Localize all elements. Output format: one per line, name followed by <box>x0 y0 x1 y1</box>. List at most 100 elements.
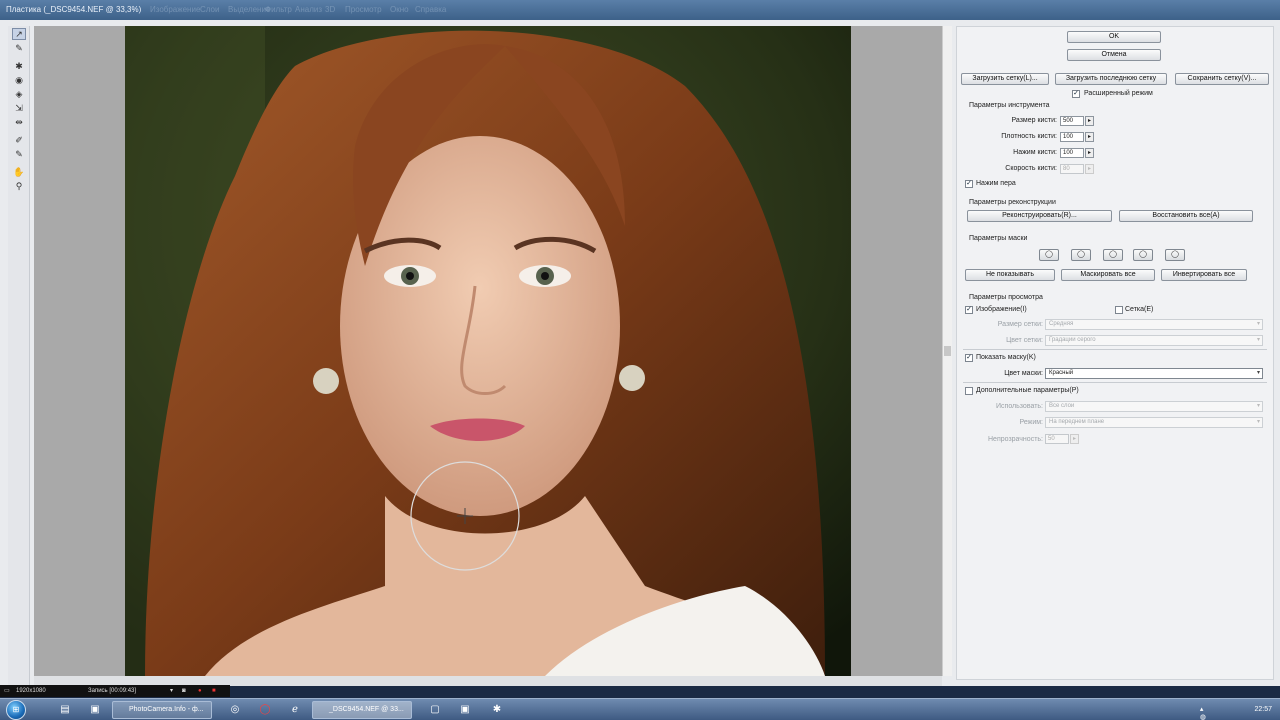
brush-size-input[interactable]: 500 <box>1060 116 1084 126</box>
task-label: PhotoCamera.Info - ф... <box>129 706 204 713</box>
brush-pressure-stepper[interactable]: ▸ <box>1085 148 1094 158</box>
recorder-dropdown-icon[interactable]: ▾ <box>170 685 173 697</box>
intersect-with-selection-icon[interactable]: ◯ <box>1133 249 1153 261</box>
recorder-resolution: 1920x1080 <box>16 688 46 694</box>
advanced-mode-label: Расширенный режим <box>1084 90 1153 97</box>
mask-options-heading: Параметры маски <box>969 235 1028 242</box>
mirror-tool-icon[interactable]: ⇹ <box>12 116 26 128</box>
opacity-stepper[interactable]: ▸ <box>1070 434 1079 444</box>
cancel-button[interactable]: Отмена <box>1067 49 1161 61</box>
invert-selection-icon[interactable]: ◯ <box>1165 249 1185 261</box>
bloat-tool-icon[interactable]: ◈ <box>12 88 26 100</box>
taskbar-task-photoshop[interactable]: _DSC9454.NEF @ 33... <box>312 701 412 719</box>
use-select[interactable]: Все слои ▾ <box>1045 401 1263 412</box>
add-to-selection-icon[interactable]: ◯ <box>1071 249 1091 261</box>
show-mesh-checkbox[interactable] <box>1115 306 1123 314</box>
show-image-checkbox[interactable]: ✓ <box>965 306 973 314</box>
preview-canvas[interactable] <box>34 26 942 676</box>
load-last-mesh-button[interactable]: Загрузить последнюю сетку <box>1055 73 1167 85</box>
ok-button[interactable]: OK <box>1067 31 1161 43</box>
mode-label: Режим: <box>1019 419 1043 426</box>
ghost-menu-item: Анализ <box>295 5 323 14</box>
show-backdrop-checkbox[interactable] <box>965 387 973 395</box>
mode-value: На переднем плане <box>1049 419 1105 425</box>
brush-rate-input[interactable]: 80 <box>1060 164 1084 174</box>
chevron-down-icon: ▾ <box>1256 321 1260 327</box>
stylus-pressure-checkbox[interactable]: ✓ <box>965 180 973 188</box>
reconstruct-options-heading: Параметры реконструкции <box>969 199 1056 206</box>
opacity-label: Непрозрачность: <box>988 436 1043 443</box>
forward-warp-tool-icon[interactable]: ↗ <box>12 28 26 40</box>
brush-density-label: Плотность кисти: <box>1001 133 1057 140</box>
chevron-down-icon: ▾ <box>1256 419 1260 425</box>
brush-rate-stepper[interactable]: ▸ <box>1085 164 1094 174</box>
mask-color-select[interactable]: Красный ▾ <box>1045 368 1263 379</box>
start-button[interactable]: ⊞ <box>6 700 26 720</box>
zoom-tool-icon[interactable]: ⚲ <box>12 180 26 192</box>
recorder-record-icon[interactable]: ● <box>198 685 202 697</box>
recorder-stop-icon[interactable]: ■ <box>212 685 216 697</box>
save-mesh-button[interactable]: Сохранить сетку(V)... <box>1175 73 1269 85</box>
push-left-tool-icon[interactable]: ⇲ <box>12 102 26 114</box>
ghost-menu-item: Просмотр <box>345 5 382 14</box>
brush-density-stepper[interactable]: ▸ <box>1085 132 1094 142</box>
mode-select[interactable]: На переднем плане ▾ <box>1045 417 1263 428</box>
show-backdrop-label: Дополнительные параметры(P) <box>976 387 1079 394</box>
twirl-clockwise-tool-icon[interactable]: ✱ <box>12 60 26 72</box>
clock[interactable]: 22:57 <box>1254 706 1272 713</box>
taskbar: ⊞ ▤ ▣ PhotoCamera.Info - ф... ◎ ◯ ℯ _DSC… <box>0 698 1280 720</box>
section-divider <box>963 349 1267 350</box>
subtract-from-selection-icon[interactable]: ◯ <box>1103 249 1123 261</box>
screen-recorder-bar: ▭ 1920x1080 Запись [00:09:43] ▾ ◙ ● ■ <box>0 685 230 697</box>
mesh-color-label: Цвет сетки: <box>1006 337 1043 344</box>
pucker-tool-icon[interactable]: ◉ <box>12 74 26 86</box>
recorder-status: Запись [00:09:43] <box>88 688 137 694</box>
mask-none-button[interactable]: Не показывать <box>965 269 1055 281</box>
chrome-icon[interactable]: ◎ <box>228 703 242 717</box>
replace-selection-icon[interactable]: ◯ <box>1039 249 1059 261</box>
taskbar-task-browser[interactable]: PhotoCamera.Info - ф... <box>112 701 212 719</box>
ghost-menu-item: Окно <box>390 5 409 14</box>
app-icon[interactable]: ▣ <box>458 703 472 717</box>
scrollbar-thumb[interactable] <box>944 346 951 356</box>
use-value: Все слои <box>1049 403 1075 409</box>
title-bar: Пластика (_DSC9454.NEF @ 33,3%) Изображе… <box>0 0 1280 20</box>
restore-all-button[interactable]: Восстановить все(A) <box>1119 210 1253 222</box>
opacity-input[interactable]: 50 <box>1045 434 1069 444</box>
tray-icons[interactable]: ▴ ◍ ▮ ◔ <box>1200 705 1206 720</box>
explorer-icon[interactable]: ▤ <box>58 703 72 717</box>
ghost-menu-item: Слои <box>200 5 220 14</box>
app-icon[interactable]: ✱ <box>490 703 504 717</box>
reconstruct-button[interactable]: Реконструировать(R)... <box>967 210 1112 222</box>
mesh-color-select[interactable]: Градации серого ▾ <box>1045 335 1263 346</box>
opera-icon[interactable]: ◯ <box>258 703 272 717</box>
view-options-heading: Параметры просмотра <box>969 294 1043 301</box>
hand-tool-icon[interactable]: ✋ <box>12 166 26 178</box>
ghost-menu-item: Справка <box>415 5 447 14</box>
brush-density-input[interactable]: 100 <box>1060 132 1084 142</box>
brush-pressure-input[interactable]: 100 <box>1060 148 1084 158</box>
recorder-camera-icon[interactable]: ◙ <box>182 685 186 697</box>
advanced-mode-checkbox[interactable]: ✓ <box>1072 90 1080 98</box>
mask-color-value: Красный <box>1049 370 1074 376</box>
mask-all-button[interactable]: Маскировать все <box>1061 269 1155 281</box>
show-mask-checkbox[interactable]: ✓ <box>965 354 973 362</box>
app-icon[interactable]: ▣ <box>88 703 102 717</box>
reconstruct-tool-icon[interactable]: ✎ <box>12 42 26 54</box>
brush-pressure-label: Нажим кисти: <box>1013 149 1057 156</box>
portrait-photo[interactable] <box>125 26 851 676</box>
window-title: Пластика (_DSC9454.NEF @ 33,3%) <box>6 5 142 14</box>
ie-icon[interactable]: ℯ <box>288 703 302 717</box>
brush-size-stepper[interactable]: ▸ <box>1085 116 1094 126</box>
chevron-down-icon: ▾ <box>1256 403 1260 409</box>
invert-all-button[interactable]: Инвертировать все <box>1161 269 1247 281</box>
canvas-vertical-scrollbar[interactable] <box>942 26 952 676</box>
mesh-size-select[interactable]: Средняя ▾ <box>1045 319 1263 330</box>
ghost-menu-item: Изображение <box>150 5 201 14</box>
window-icon[interactable]: ▢ <box>428 703 442 717</box>
freeze-mask-tool-icon[interactable]: ✐ <box>12 134 26 146</box>
chevron-down-icon: ▾ <box>1256 337 1260 343</box>
load-mesh-button[interactable]: Загрузить сетку(L)... <box>961 73 1049 85</box>
portrait-illustration <box>125 26 851 676</box>
thaw-mask-tool-icon[interactable]: ✎ <box>12 148 26 160</box>
